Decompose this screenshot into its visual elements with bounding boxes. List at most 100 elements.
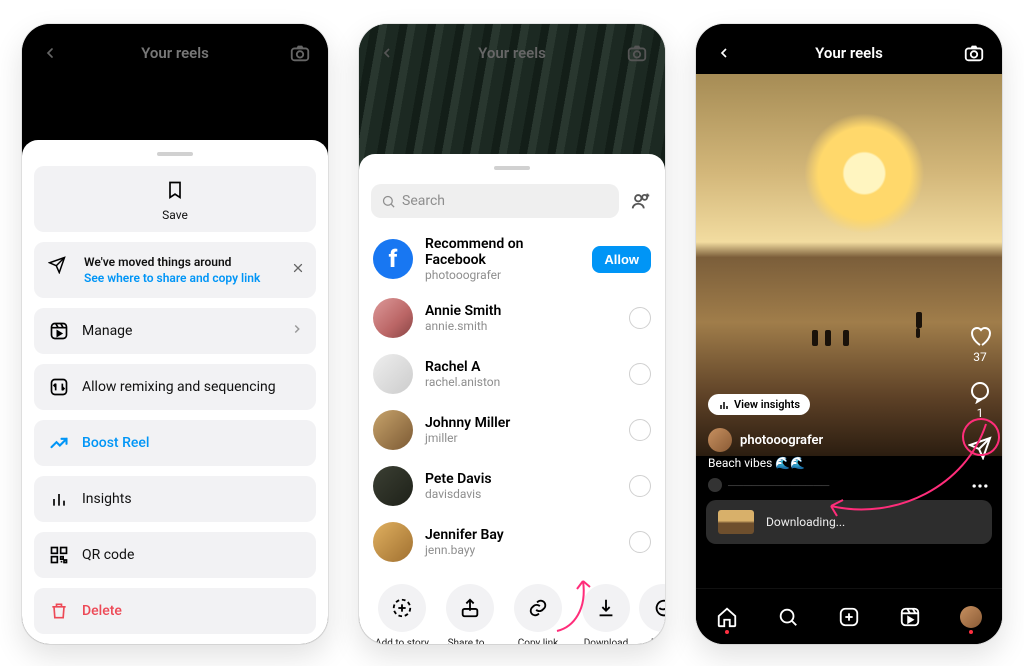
insights-button[interactable]: Insights bbox=[34, 476, 316, 522]
select-radio[interactable] bbox=[629, 419, 651, 441]
remix-button[interactable]: Allow remixing and sequencing bbox=[34, 364, 316, 410]
reel-backdrop: Your reels bbox=[22, 24, 328, 154]
action-label: Add to story bbox=[375, 638, 429, 644]
save-label: Save bbox=[162, 208, 188, 222]
message-button[interactable]: Mess bbox=[643, 584, 665, 644]
contact-row[interactable]: Jennifer Bay jenn.bayy bbox=[359, 514, 665, 570]
info-link[interactable]: See where to share and copy link bbox=[84, 270, 260, 286]
comment-count: 1 bbox=[977, 406, 984, 420]
download-icon bbox=[582, 584, 630, 632]
boost-icon bbox=[48, 432, 70, 454]
camera-button[interactable] bbox=[280, 38, 320, 68]
select-radio[interactable] bbox=[629, 475, 651, 497]
select-radio[interactable] bbox=[629, 531, 651, 553]
contact-row[interactable]: Annie Smith annie.smith bbox=[359, 290, 665, 346]
boost-label: Boost Reel bbox=[82, 435, 149, 451]
insights-label: Insights bbox=[82, 491, 132, 507]
save-button[interactable]: Save bbox=[34, 166, 316, 232]
bottom-sheet: Save We've moved things around See where… bbox=[22, 140, 328, 644]
delete-button[interactable]: Delete bbox=[34, 588, 316, 634]
share-button[interactable] bbox=[968, 436, 992, 460]
like-button[interactable]: 37 bbox=[968, 324, 992, 364]
camera-button[interactable] bbox=[954, 38, 994, 68]
add-people-icon[interactable] bbox=[629, 189, 653, 213]
qr-icon bbox=[48, 544, 70, 566]
chevron-right-icon bbox=[290, 322, 304, 340]
select-radio[interactable] bbox=[629, 307, 651, 329]
camera-button[interactable] bbox=[617, 38, 657, 68]
screen-1: Your reels Save We've moved things aroun… bbox=[22, 24, 328, 644]
select-radio[interactable] bbox=[629, 363, 651, 385]
action-label: Copy link bbox=[518, 638, 558, 644]
nav-home[interactable] bbox=[716, 606, 738, 628]
contact-handle: rachel.aniston bbox=[425, 375, 617, 389]
qr-label: QR code bbox=[82, 547, 134, 563]
sheet-grabber[interactable] bbox=[494, 166, 530, 170]
contact-row[interactable]: Rachel A rachel.aniston bbox=[359, 346, 665, 402]
message-icon bbox=[639, 584, 665, 632]
allow-button[interactable]: Allow bbox=[592, 246, 651, 273]
download-button[interactable]: Download bbox=[575, 584, 637, 644]
back-button[interactable] bbox=[704, 38, 744, 68]
back-button[interactable] bbox=[30, 38, 70, 68]
contact-name: Annie Smith bbox=[425, 303, 617, 319]
boost-button[interactable]: Boost Reel bbox=[34, 420, 316, 466]
toast-text: Downloading... bbox=[766, 515, 845, 529]
nav-create[interactable] bbox=[838, 606, 860, 628]
header: Your reels bbox=[696, 38, 1002, 68]
avatar bbox=[373, 298, 413, 338]
avatar bbox=[373, 466, 413, 506]
remix-label: Allow remixing and sequencing bbox=[82, 379, 276, 395]
share-icon bbox=[446, 584, 494, 632]
close-icon[interactable] bbox=[292, 262, 304, 278]
contact-row[interactable]: Johnny Miller jmiller bbox=[359, 402, 665, 458]
manage-label: Manage bbox=[82, 323, 132, 339]
recommend-facebook-row[interactable]: f Recommend on Facebook photooografer Al… bbox=[359, 228, 665, 290]
add-to-story-button[interactable]: Add to story bbox=[371, 584, 433, 644]
contact-name: Johnny Miller bbox=[425, 415, 617, 431]
nav-profile[interactable] bbox=[960, 606, 982, 628]
screen-3: Your reels 37 1 bbox=[696, 24, 1002, 644]
more-button[interactable] bbox=[970, 476, 990, 496]
avatar bbox=[373, 410, 413, 450]
action-label: Mess bbox=[651, 638, 665, 644]
copy-link-button[interactable]: Copy link bbox=[507, 584, 569, 644]
avatar bbox=[373, 354, 413, 394]
link-icon bbox=[514, 584, 562, 632]
search-input[interactable]: Search bbox=[371, 184, 619, 218]
sheet-grabber[interactable] bbox=[157, 152, 193, 156]
thumbnail bbox=[718, 510, 754, 534]
nav-search[interactable] bbox=[777, 606, 799, 628]
trash-icon bbox=[48, 600, 70, 622]
header-title: Your reels bbox=[478, 44, 546, 62]
action-rail: 37 1 bbox=[968, 324, 992, 496]
action-bar: Add to story Share to... Copy link Downl… bbox=[371, 570, 665, 644]
header: Your reels bbox=[22, 38, 328, 68]
avatar bbox=[708, 428, 732, 452]
commenter-avatar bbox=[708, 478, 722, 492]
qr-button[interactable]: QR code bbox=[34, 532, 316, 578]
contact-handle: jenn.bayy bbox=[425, 543, 617, 557]
insights-chip-label: View insights bbox=[734, 398, 800, 411]
comment-peek[interactable]: ───────────── bbox=[708, 478, 829, 492]
info-title: We've moved things around bbox=[84, 254, 260, 270]
username: photooografer bbox=[740, 433, 823, 448]
contact-handle: annie.smith bbox=[425, 319, 617, 333]
downloading-toast: Downloading... bbox=[706, 500, 992, 544]
comment-peek-text: ───────────── bbox=[728, 479, 829, 492]
header: Your reels bbox=[359, 38, 665, 68]
contact-row[interactable]: Pete Davis davisdavis bbox=[359, 458, 665, 514]
profile-avatar bbox=[960, 606, 982, 628]
remix-icon bbox=[48, 376, 70, 398]
back-button[interactable] bbox=[367, 38, 407, 68]
view-insights-button[interactable]: View insights bbox=[708, 394, 810, 415]
comment-button[interactable]: 1 bbox=[968, 380, 992, 420]
nav-reels[interactable] bbox=[899, 606, 921, 628]
screen-2: Your reels Search f Recommend on Faceboo… bbox=[359, 24, 665, 644]
manage-button[interactable]: Manage bbox=[34, 308, 316, 354]
nav-bar bbox=[696, 588, 1002, 644]
author-row[interactable]: photooografer bbox=[708, 428, 823, 452]
add-story-icon bbox=[378, 584, 426, 632]
info-banner[interactable]: We've moved things around See where to s… bbox=[34, 242, 316, 298]
share-to-button[interactable]: Share to... bbox=[439, 584, 501, 644]
